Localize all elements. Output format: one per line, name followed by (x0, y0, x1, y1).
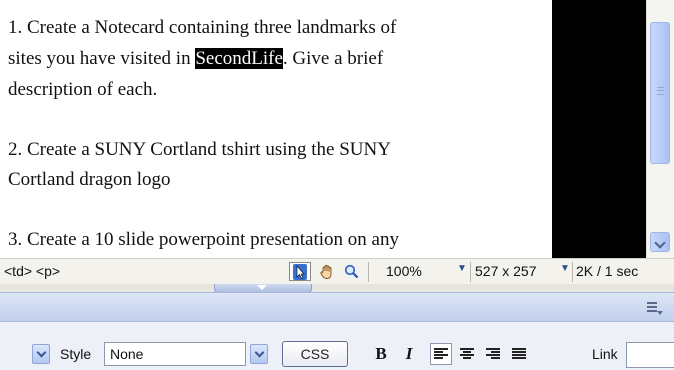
paragraph-3-line-1: 3. Create a 10 slide powerpoint presenta… (8, 229, 399, 250)
scrollbar-thumb[interactable] (650, 22, 670, 164)
tag-selector[interactable]: <td> <p> (4, 263, 60, 279)
italic-button[interactable]: I (398, 343, 420, 365)
status-bar: <td> <p> 100% ▼ 527 x 257 ▼ 2K / 1 sec (0, 258, 674, 284)
document-area[interactable]: 1. Create a Notecard containing three la… (0, 0, 552, 258)
link-label: Link (592, 346, 618, 362)
paragraph-2-line-2: Cortland dragon logo (8, 169, 171, 190)
zoom-level[interactable]: 100% (386, 263, 422, 279)
selected-text: SecondLife (195, 48, 283, 69)
black-table-cell (552, 0, 646, 258)
bold-button[interactable]: B (370, 343, 392, 365)
properties-panel-header[interactable] (0, 292, 674, 322)
align-right-button[interactable] (482, 343, 504, 365)
separator (572, 262, 573, 282)
style-label: Style (60, 346, 92, 362)
paragraph-2-line-1: 2. Create a SUNY Cortland tshirt using t… (8, 139, 391, 160)
options-menu-icon[interactable] (647, 301, 663, 315)
paragraph-1-line-2: sites you have visited in SecondLife. Gi… (8, 45, 383, 72)
paragraph-1-line-1: 1. Create a Notecard containing three la… (8, 17, 397, 38)
css-button[interactable]: CSS (282, 341, 348, 367)
grip-icon (657, 87, 664, 95)
vertical-scrollbar[interactable] (646, 0, 674, 258)
align-left-button[interactable] (430, 343, 452, 365)
justify-button[interactable] (508, 343, 530, 365)
zoom-icon (344, 264, 358, 279)
text: sites you have visited in (8, 48, 196, 69)
separator (368, 262, 369, 282)
window-size[interactable]: 527 x 257 (475, 263, 537, 279)
hand-icon (320, 264, 332, 279)
link-input[interactable] (626, 342, 674, 368)
scroll-down-arrow[interactable] (650, 232, 670, 252)
style-dropdown-button[interactable] (250, 344, 268, 364)
align-right-icon (486, 348, 500, 360)
separator (470, 262, 471, 282)
panel-divider (0, 284, 674, 292)
hand-tool[interactable] (316, 262, 338, 281)
text: . Give a brief (282, 48, 384, 69)
format-dropdown-button[interactable] (32, 344, 50, 364)
align-left-icon (434, 348, 448, 360)
properties-panel: Style None CSS B I Link (0, 322, 674, 370)
window-size-dropdown-icon[interactable]: ▼ (560, 263, 570, 274)
pointer-tool[interactable] (289, 262, 311, 281)
zoom-dropdown-icon[interactable]: ▼ (457, 263, 467, 274)
pointer-icon (293, 263, 307, 280)
style-select[interactable]: None (104, 342, 246, 366)
zoom-tool[interactable] (340, 262, 362, 281)
paragraph-1-line-3: description of each. (8, 79, 158, 100)
download-size-time: 2K / 1 sec (576, 263, 639, 279)
justify-icon (512, 348, 526, 360)
align-center-icon (460, 348, 474, 360)
align-center-button[interactable] (456, 343, 478, 365)
